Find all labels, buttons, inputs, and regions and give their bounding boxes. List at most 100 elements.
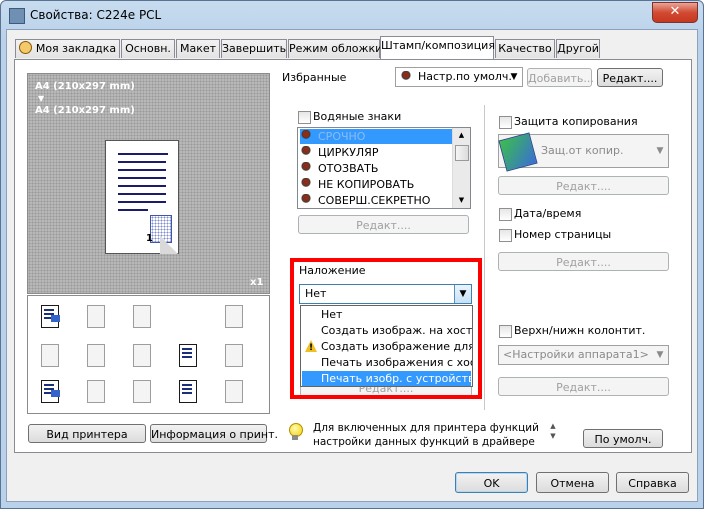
stamp-icon — [300, 178, 312, 190]
text-line — [118, 177, 166, 179]
column-divider — [484, 105, 485, 410]
overlay-option-none[interactable]: Нет — [302, 307, 471, 322]
overlay-option-print-host[interactable]: Печать изображения с хоста — [302, 355, 472, 370]
tab-label: Моя закладка — [35, 42, 117, 55]
page-curl — [160, 236, 178, 254]
page-preview: A4 (210x297 mm) ▼ A4 (210x297 mm) 1 x1 — [27, 73, 270, 294]
thumb-text-icon[interactable] — [129, 342, 153, 368]
window-title: Свойства: C224e PCL — [30, 8, 162, 22]
title-bar: Свойства: C224e PCL ✕ — [1, 1, 703, 31]
printer-info-button[interactable]: Информация о принт. — [150, 424, 278, 443]
watermark-scrollbar[interactable]: ▲ ▼ — [452, 128, 470, 208]
tab-finish[interactable]: Завершить — [221, 39, 287, 58]
help-button[interactable]: Справка — [616, 472, 689, 493]
close-button[interactable]: ✕ — [652, 2, 698, 23]
edit-favorite-button[interactable]: Редакт.... — [597, 68, 663, 87]
printer-icon — [9, 8, 25, 24]
function-thumbnails — [27, 295, 270, 414]
add-favorite-button[interactable]: Добавить... — [527, 68, 594, 87]
cancel-button[interactable]: Отмена — [536, 472, 609, 493]
printer-view-button[interactable]: Вид принтера — [28, 424, 146, 443]
lightbulb-icon — [288, 423, 303, 441]
list-item[interactable]: ОТОЗВАТЬ — [300, 161, 452, 176]
datetime-label: Дата/время — [514, 207, 582, 220]
list-item[interactable]: СРОЧНО — [300, 129, 452, 144]
chevron-down-icon: ▼ — [656, 350, 664, 360]
text-line — [118, 169, 166, 171]
thumb-printer-view-icon[interactable] — [37, 303, 61, 329]
ok-button[interactable]: OK — [455, 472, 528, 493]
tab-basic[interactable]: Основн. — [121, 39, 175, 58]
header-footer-select[interactable]: <Настройки аппарата1> ▼ — [498, 345, 669, 365]
watermark-checkbox[interactable] — [298, 111, 311, 124]
warning-icon — [305, 340, 317, 356]
overlay-dropdown-list[interactable]: Нет Создать изображ. на хосте Создать из… — [300, 305, 473, 387]
watermark-list[interactable]: СРОЧНО ЦИРКУЛЯР ОТОЗВАТЬ НЕ КОПИРОВАТЬ С… — [297, 127, 471, 209]
tab-other[interactable]: Другой — [556, 39, 600, 58]
text-line — [118, 153, 168, 155]
edit-copy-protect-button[interactable]: Редакт.... — [498, 176, 669, 195]
thumb-booklet-icon[interactable] — [83, 303, 107, 329]
text-line — [118, 193, 166, 195]
thumb-stamp-icon[interactable] — [129, 378, 153, 404]
overlay-option-create-host[interactable]: Создать изображ. на хосте — [302, 323, 472, 338]
favorites-stamp-icon — [400, 70, 414, 85]
copy-protect-label: Защита копирования — [514, 115, 638, 128]
tab-stamp-composition[interactable]: Штамп/композиция — [380, 36, 495, 59]
list-item[interactable]: НЕ КОПИРОВАТЬ — [300, 177, 452, 192]
thumb-copy-icon[interactable] — [221, 303, 245, 329]
thumb-stack-icon[interactable] — [83, 342, 107, 368]
copy-protect-checkbox[interactable] — [499, 116, 512, 129]
page-number-label: Номер страницы — [514, 228, 612, 241]
thumb-pages-icon[interactable] — [129, 303, 153, 329]
thumb-combine-icon[interactable] — [37, 342, 61, 368]
list-item[interactable]: ЦИРКУЛЯР — [300, 145, 452, 160]
paper-size-bottom: A4 (210x297 mm) — [35, 105, 135, 116]
datetime-checkbox[interactable] — [499, 208, 512, 221]
stamp-icon — [300, 130, 312, 142]
text-line — [118, 201, 166, 203]
header-footer-label: Верхн/нижн колонтит. — [514, 324, 646, 337]
list-item[interactable]: СОВЕРШ.СЕКРЕТНО — [300, 193, 452, 208]
overlay-option-print-device[interactable]: Печать изобр. с устройства — [302, 371, 472, 386]
copies-count: x1 — [250, 277, 264, 288]
scroll-down-icon[interactable]: ▼ — [454, 193, 469, 208]
thumb-datetime-icon[interactable] — [175, 378, 199, 404]
hint-scroll-arrows[interactable]: ▲ ▼ — [548, 421, 558, 449]
thumb-header-icon[interactable] — [221, 378, 245, 404]
favorites-select[interactable]: Настр.по умолч. ▼ — [395, 67, 523, 87]
scroll-up-icon[interactable]: ▲ — [454, 128, 469, 143]
hint-text: Для включенных для принтера функций наст… — [313, 422, 539, 448]
tab-quality[interactable]: Качество — [495, 39, 555, 58]
favorites-label: Избранные — [282, 71, 347, 84]
text-line — [118, 209, 148, 211]
thumb-overlay-icon[interactable] — [37, 378, 61, 404]
copy-protect-value: Защ.от копир. — [541, 144, 624, 157]
edit-watermark-button[interactable]: Редакт.... — [298, 215, 469, 234]
tab-cover-mode[interactable]: Режим обложки — [288, 39, 382, 58]
favorites-value: Настр.по умолч. — [418, 70, 512, 83]
edit-header-footer-button[interactable]: Редакт.... — [498, 377, 669, 396]
overlay-option-create-folder[interactable]: Создать изображение для пап — [302, 339, 472, 356]
stamp-icon — [300, 162, 312, 174]
chevron-down-icon: ▼ — [656, 146, 664, 156]
thumb-document-icon[interactable] — [175, 342, 199, 368]
down-arrow-icon: ▼ — [38, 94, 45, 103]
thumb-user-icon[interactable] — [83, 378, 107, 404]
tab-my-bookmark[interactable]: Моя закладка — [15, 39, 120, 58]
watermark-label: Водяные знаки — [313, 110, 402, 123]
paper-size-top: A4 (210x297 mm) — [35, 81, 135, 92]
person-icon — [18, 41, 32, 54]
preview-sheet: 1 — [105, 140, 179, 254]
header-footer-value: <Настройки аппарата1> — [503, 348, 649, 361]
stamp-icon — [300, 194, 312, 206]
thumb-print-icon[interactable] — [221, 342, 245, 368]
tab-layout[interactable]: Макет — [176, 39, 220, 58]
page-number-checkbox[interactable] — [499, 229, 512, 242]
chevron-down-icon: ▼ — [510, 72, 518, 82]
defaults-button[interactable]: По умолч. — [583, 429, 663, 448]
header-footer-checkbox[interactable] — [499, 325, 512, 338]
edit-page-number-button[interactable]: Редакт.... — [498, 252, 669, 271]
text-line — [118, 185, 166, 187]
scroll-thumb[interactable] — [455, 145, 469, 161]
